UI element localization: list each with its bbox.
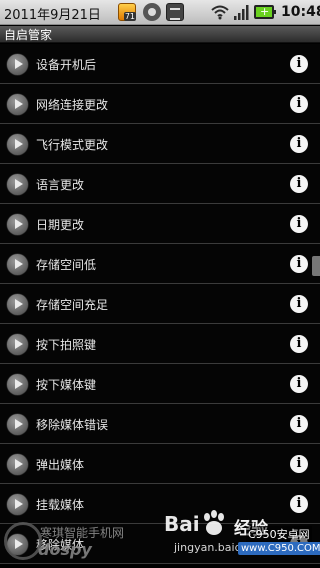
- list-item-label: 弹出媒体: [36, 458, 85, 472]
- play-icon[interactable]: [7, 134, 28, 155]
- dospy-watermark-en: dospy: [38, 540, 92, 559]
- wifi-icon: [211, 5, 229, 20]
- list-item-label: 移除媒体错误: [36, 418, 109, 432]
- dospy-watermark-cn: 寒琪智能手机网: [40, 526, 125, 540]
- status-date: 2011年9月21日: [4, 8, 101, 23]
- list-item-label: 日期更改: [36, 218, 85, 232]
- app-notification-icon[interactable]: 71: [118, 3, 136, 21]
- list-item[interactable]: 弹出媒体 i: [0, 444, 320, 484]
- status-bar: 2011年9月21日 71 + 10:48: [0, 0, 320, 25]
- camera-icon[interactable]: [143, 3, 161, 21]
- play-icon[interactable]: [7, 494, 28, 515]
- list-item[interactable]: 按下拍照键 i: [0, 324, 320, 364]
- play-icon[interactable]: [7, 414, 28, 435]
- info-icon[interactable]: i: [290, 215, 308, 233]
- c950-watermark: C950安卓网 www.C950.COM: [236, 526, 320, 564]
- list-item[interactable]: 移除媒体错误 i: [0, 404, 320, 444]
- list-item-label: 设备开机后: [36, 58, 97, 72]
- info-icon[interactable]: i: [290, 375, 308, 393]
- info-icon[interactable]: i: [290, 415, 308, 433]
- play-icon[interactable]: [7, 94, 28, 115]
- info-icon[interactable]: i: [290, 55, 308, 73]
- list-icon[interactable]: [166, 3, 184, 21]
- title-bar: 自启管家: [0, 26, 320, 43]
- play-icon[interactable]: [7, 334, 28, 355]
- list-item-label: 飞行模式更改: [36, 138, 109, 152]
- list-item-label: 存储空间充足: [36, 298, 109, 312]
- info-icon[interactable]: i: [290, 455, 308, 473]
- info-icon[interactable]: i: [290, 135, 308, 153]
- baidu-paw-icon: [204, 510, 224, 535]
- list-item-label: 存储空间低: [36, 258, 97, 272]
- battery-charging-icon: +: [254, 5, 276, 19]
- event-list: 设备开机后 i 网络连接更改 i 飞行模式更改 i 语言更改 i 日期更改 i …: [0, 44, 320, 564]
- c950-watermark-url: www.C950.COM: [238, 542, 320, 555]
- play-icon[interactable]: [7, 374, 28, 395]
- scroll-handle[interactable]: [312, 256, 320, 276]
- list-item[interactable]: 日期更改 i: [0, 204, 320, 244]
- baidu-wordmark: Bai: [164, 512, 200, 536]
- list-item-label: 语言更改: [36, 178, 85, 192]
- list-item-label: 按下媒体键: [36, 378, 97, 392]
- app-notification-badge: 71: [123, 12, 136, 21]
- list-item[interactable]: 语言更改 i: [0, 164, 320, 204]
- info-icon[interactable]: i: [290, 495, 308, 513]
- status-time: 10:48: [281, 4, 320, 20]
- dospy-logo-icon: [4, 522, 42, 560]
- play-icon[interactable]: [7, 174, 28, 195]
- list-item-label: 挂载媒体: [36, 498, 85, 512]
- list-item[interactable]: 按下媒体键 i: [0, 364, 320, 404]
- c950-watermark-title: C950安卓网: [246, 526, 312, 542]
- list-item-label: 按下拍照键: [36, 338, 97, 352]
- info-icon[interactable]: i: [290, 95, 308, 113]
- list-item[interactable]: 存储空间充足 i: [0, 284, 320, 324]
- list-item[interactable]: 存储空间低 i: [0, 244, 320, 284]
- dospy-watermark: 寒琪智能手机网 dospy: [4, 520, 154, 568]
- info-icon[interactable]: i: [290, 335, 308, 353]
- signal-icon: [234, 5, 249, 20]
- list-item-label: 网络连接更改: [36, 98, 109, 112]
- battery-charge-symbol: +: [260, 5, 270, 18]
- play-icon[interactable]: [7, 294, 28, 315]
- play-icon[interactable]: [7, 54, 28, 75]
- page-title: 自启管家: [4, 28, 53, 42]
- play-icon[interactable]: [7, 214, 28, 235]
- list-item[interactable]: 设备开机后 i: [0, 44, 320, 84]
- info-icon[interactable]: i: [290, 175, 308, 193]
- list-item[interactable]: 飞行模式更改 i: [0, 124, 320, 164]
- info-icon[interactable]: i: [290, 255, 308, 273]
- play-icon[interactable]: [7, 254, 28, 275]
- list-item[interactable]: 网络连接更改 i: [0, 84, 320, 124]
- info-icon[interactable]: i: [290, 295, 308, 313]
- play-icon[interactable]: [7, 454, 28, 475]
